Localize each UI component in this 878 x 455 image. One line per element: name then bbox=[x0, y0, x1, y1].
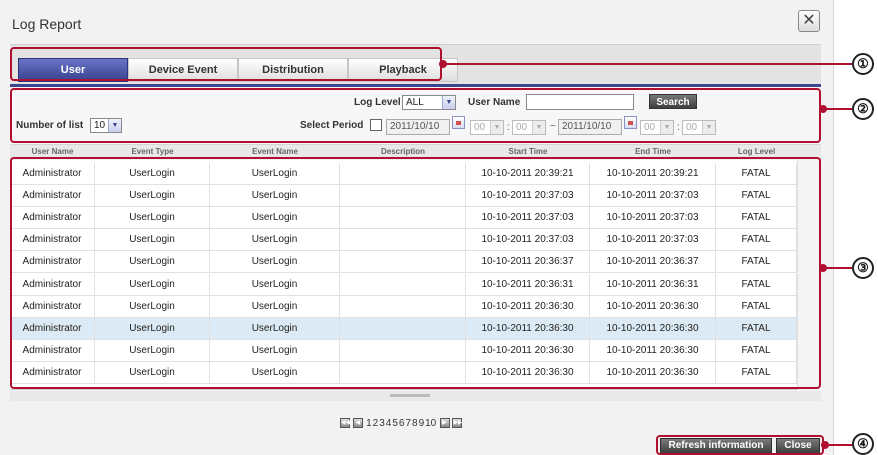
page-number[interactable]: 5 bbox=[392, 418, 398, 429]
callout-badge-2: ② bbox=[852, 98, 874, 120]
column-header-event-type[interactable]: Event Type bbox=[95, 147, 210, 157]
window-title: Log Report bbox=[12, 16, 82, 32]
callout-line bbox=[824, 108, 852, 110]
horizontal-scrollbar[interactable] bbox=[10, 391, 821, 401]
callout-line bbox=[444, 63, 852, 65]
callout-highlight-table bbox=[10, 157, 821, 389]
last-page-icon[interactable]: ▶▶ bbox=[452, 418, 463, 429]
page-number[interactable]: 7 bbox=[405, 418, 411, 429]
column-header-log-level[interactable]: Log Level bbox=[716, 147, 797, 157]
callout-highlight-buttons bbox=[656, 435, 824, 455]
previous-page-icon[interactable]: ◀ bbox=[352, 418, 363, 429]
callout-dot bbox=[439, 60, 447, 68]
callout-highlight-tabs bbox=[10, 47, 442, 81]
page-number[interactable]: 8 bbox=[412, 418, 418, 429]
close-icon[interactable]: ✕ bbox=[798, 10, 820, 32]
scroll-thumb[interactable] bbox=[390, 394, 430, 397]
callout-dot bbox=[821, 441, 829, 449]
page-number[interactable]: 10 bbox=[425, 418, 436, 429]
column-header-description[interactable]: Description bbox=[340, 147, 466, 157]
column-header-user-name[interactable]: User Name bbox=[10, 147, 95, 157]
page-numbers: 12345678910 bbox=[366, 418, 437, 429]
column-header-event-name[interactable]: Event Name bbox=[210, 147, 340, 157]
page-number[interactable]: 6 bbox=[399, 418, 405, 429]
page-number[interactable]: 2 bbox=[373, 418, 379, 429]
column-header-start-time[interactable]: Start Time bbox=[466, 147, 590, 157]
callout-badge-4: ④ bbox=[852, 433, 874, 455]
next-page-icon[interactable]: ▶ bbox=[439, 418, 450, 429]
callout-badge-3: ③ bbox=[852, 257, 874, 279]
pagination: ◀◀ ◀ 12345678910 ▶ ▶▶ bbox=[340, 418, 463, 430]
callout-highlight-filter bbox=[10, 88, 821, 143]
page-number[interactable]: 1 bbox=[366, 418, 372, 429]
callout-dot bbox=[819, 264, 827, 272]
callout-dot bbox=[819, 105, 827, 113]
page-number[interactable]: 9 bbox=[419, 418, 425, 429]
column-header-end-time[interactable]: End Time bbox=[590, 147, 716, 157]
page-number[interactable]: 3 bbox=[379, 418, 385, 429]
callout-badge-1: ① bbox=[852, 53, 874, 75]
page-number[interactable]: 4 bbox=[386, 418, 392, 429]
first-page-icon[interactable]: ◀◀ bbox=[340, 418, 350, 429]
callout-line bbox=[826, 444, 852, 446]
callout-line bbox=[824, 267, 852, 269]
